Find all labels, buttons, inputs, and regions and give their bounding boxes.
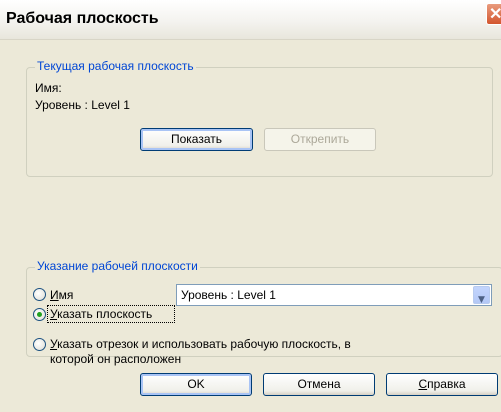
close-icon: ✕ — [489, 6, 501, 23]
cancel-button[interactable]: Отмена — [263, 373, 375, 396]
pick-line-label-line2[interactable]: которой он расположен — [50, 352, 181, 366]
radio-selected-dot — [37, 312, 42, 317]
level-combo[interactable]: Уровень : Level 1 ▼ — [176, 284, 492, 306]
name-rest: мя — [58, 288, 74, 302]
title-bar: Рабочая плоскость ✕ — [0, 0, 501, 40]
pick-line-radio[interactable] — [33, 338, 46, 351]
pick-plane-radio[interactable] — [33, 308, 46, 321]
pick-plane-rest: казать плоскость — [57, 307, 153, 321]
show-button[interactable]: Показать — [140, 128, 253, 151]
dialog-window: Рабочая плоскость ✕ Текущая рабочая плос… — [0, 0, 501, 412]
window-title: Рабочая плоскость — [6, 10, 159, 27]
name-radio-label[interactable]: Имя — [50, 288, 73, 302]
chevron-down-icon: ▼ — [478, 295, 485, 305]
specify-plane-legend: Указание рабочей плоскости — [35, 259, 200, 273]
level-combo-value: Уровень : Level 1 — [181, 288, 276, 302]
ok-button[interactable]: OK — [140, 373, 252, 396]
help-button[interactable]: Справка — [386, 373, 498, 396]
help-mnemonic: С — [418, 377, 428, 391]
current-name-label: Имя: — [35, 81, 62, 95]
current-plane-group: Текущая рабочая плоскость — [26, 59, 493, 177]
help-rest: правка — [427, 377, 466, 391]
pick-plane-label[interactable]: Указать плоскость — [50, 307, 152, 321]
pick-line-label-line1[interactable]: Указать отрезок и использовать рабочую п… — [50, 337, 351, 351]
current-plane-legend: Текущая рабочая плоскость — [35, 59, 196, 73]
close-button[interactable]: ✕ — [486, 3, 501, 25]
detach-button[interactable]: Открепить — [264, 128, 376, 151]
name-radio[interactable] — [33, 288, 46, 301]
name-mnemonic: И — [50, 288, 59, 302]
pick-line-rest: казать отрезок и использовать рабочую пл… — [57, 337, 351, 351]
current-level-label: Уровень : Level 1 — [35, 98, 130, 112]
combo-dropdown-button[interactable]: ▼ — [473, 286, 490, 305]
